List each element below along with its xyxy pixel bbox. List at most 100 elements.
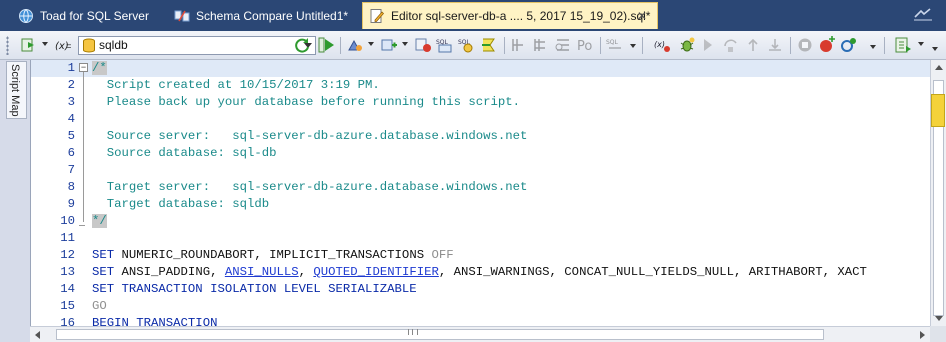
svg-text:Po: Po	[577, 39, 592, 54]
code-line[interactable]: 6 Source database: sql-db	[31, 145, 930, 162]
code-token: Source database: sql-db	[92, 146, 277, 160]
toolbar-separator	[600, 37, 601, 54]
comment-block-icon[interactable]	[510, 36, 528, 54]
variables-icon[interactable]: (x) =	[54, 36, 72, 54]
toolbar-separator	[504, 37, 505, 54]
sql-editor[interactable]: 1 /* 2 Script created at 10/15/2017 3:19 P…	[30, 60, 930, 326]
horizontal-scrollbar[interactable]	[30, 326, 930, 342]
debug-dropdown-icon[interactable]	[870, 45, 876, 49]
scroll-right-icon[interactable]	[920, 331, 925, 339]
close-tab-icon[interactable]: ✕	[635, 9, 649, 23]
code-text: Script created at 10/15/2017 3:19 PM.	[92, 77, 380, 94]
globe-icon	[18, 8, 34, 24]
code-token: Source server: sql-server-db-azure.datab…	[92, 129, 528, 143]
line-number: 12	[60, 248, 75, 262]
fold-end-marker	[79, 225, 85, 226]
code-text: Target database: sqldb	[92, 196, 269, 213]
code-line[interactable]: 5 Source server: sql-server-db-azure.dat…	[31, 128, 930, 145]
code-token: */	[92, 214, 107, 228]
tab-schema-compare[interactable]: Schema Compare Untitled1*	[168, 2, 358, 29]
code-line[interactable]: 10 */	[31, 213, 930, 230]
code-line[interactable]: 12 SET NUMERIC_ROUNDABORT, IMPLICIT_TRANS…	[31, 247, 930, 264]
horizontal-scroll-thumb[interactable]	[56, 329, 824, 340]
code-line[interactable]: 8 Target server: sql-server-db-azure.dat…	[31, 179, 930, 196]
code-line[interactable]: 2 Script created at 10/15/2017 3:19 PM.	[31, 77, 930, 94]
recall-dropdown-icon[interactable]	[630, 44, 636, 48]
toolbar-overflow-icon[interactable]	[932, 47, 938, 51]
format-code-icon[interactable]	[346, 36, 364, 54]
side-panel: Script Map	[0, 60, 30, 342]
execute-options-dropdown-icon[interactable]	[42, 42, 48, 46]
debug-run-icon[interactable]	[480, 36, 498, 54]
fold-collapse-icon[interactable]: −	[79, 63, 88, 72]
code-line[interactable]: 11	[31, 230, 930, 247]
line-number: 2	[67, 78, 75, 92]
code-text: BEGIN TRANSACTION	[92, 315, 217, 326]
code-text: SET NUMERIC_ROUNDABORT, IMPLICIT_TRANSAC…	[92, 247, 454, 264]
line-number: 11	[60, 231, 75, 245]
format-dropdown-icon[interactable]	[368, 42, 374, 46]
run-to-cursor-icon[interactable]	[766, 36, 784, 54]
tab-editor-sql[interactable]: Editor sql-server-db-a .... 5, 2017 15_1…	[362, 2, 658, 29]
execute-script-icon[interactable]	[318, 36, 336, 54]
code-line[interactable]: 3 Please back up your database before ru…	[31, 94, 930, 111]
database-icon	[82, 38, 96, 53]
code-token: SET	[92, 248, 115, 262]
code-text: Source server: sql-server-db-azure.datab…	[92, 128, 528, 145]
code-line[interactable]: 14 SET TRANSACTION ISOLATION LEVEL SERIAL…	[31, 281, 930, 298]
step-into-icon[interactable]	[700, 36, 718, 54]
tab-label: Schema Compare Untitled1*	[196, 8, 349, 23]
code-token: Script created at 10/15/2017 3:19 PM.	[92, 78, 380, 92]
debug-variables-icon[interactable]: (x)	[654, 36, 672, 54]
tab-label: Editor sql-server-db-a .... 5, 2017 15_1…	[391, 9, 651, 23]
script-map-tab[interactable]: Script Map	[6, 61, 27, 119]
database-selector[interactable]: sqldb	[78, 36, 316, 55]
code-line[interactable]: 7	[31, 162, 930, 179]
code-line[interactable]: 15 GO	[31, 298, 930, 315]
step-over-icon[interactable]	[722, 36, 740, 54]
add-dropdown-icon[interactable]	[402, 42, 408, 46]
vertical-scrollbar[interactable]	[930, 60, 946, 326]
refresh-icon[interactable]	[293, 36, 311, 54]
execute-options-icon[interactable]	[20, 36, 38, 54]
line-number: 14	[60, 282, 75, 296]
toolbar-separator	[790, 37, 791, 54]
tab-toad-for-sql-server[interactable]: Toad for SQL Server	[12, 2, 162, 29]
sql-recall-icon[interactable]: SQL	[606, 36, 624, 54]
code-token: GO	[92, 299, 107, 313]
code-token: QUOTED_IDENTIFIER	[313, 265, 439, 279]
code-text: GO	[92, 298, 107, 315]
debugger-bug-icon[interactable]	[678, 36, 696, 54]
stop-icon[interactable]	[414, 36, 432, 54]
code-line[interactable]: 1 /*	[31, 60, 930, 77]
uncomment-block-icon[interactable]	[532, 36, 550, 54]
indent-icon[interactable]	[554, 36, 572, 54]
stop-debug-icon[interactable]	[796, 36, 814, 54]
code-line[interactable]: 4	[31, 111, 930, 128]
code-text: Source database: sql-db	[92, 145, 277, 162]
code-line[interactable]: 13 SET ANSI_PADDING, ANSI_NULLS, QUOTED_I…	[31, 264, 930, 281]
code-token: NUMERIC_ROUNDABORT, IMPLICIT_TRANSACTION…	[114, 248, 432, 262]
code-line[interactable]: 9 Target database: sqldb	[31, 196, 930, 213]
scroll-up-icon[interactable]	[935, 65, 943, 70]
code-token: OFF	[431, 248, 454, 262]
line-number: 15	[60, 299, 75, 313]
watch-icon[interactable]	[840, 36, 858, 54]
code-token: BEGIN TRANSACTION	[92, 316, 218, 326]
step-out-icon[interactable]	[744, 36, 762, 54]
tab-list-menu-icon[interactable]	[912, 6, 934, 24]
export-icon[interactable]	[894, 36, 912, 54]
scroll-left-icon[interactable]	[35, 331, 40, 339]
sql-query-icon[interactable]: SQL	[436, 36, 454, 54]
code-line[interactable]: 16 BEGIN TRANSACTION	[31, 315, 930, 326]
explain-plan-icon[interactable]: SQL	[458, 36, 476, 54]
code-token: , ANSI_WARNINGS, CONCAT_NULL_YIELDS_NULL…	[438, 265, 867, 279]
breakpoint-icon[interactable]	[818, 36, 836, 54]
toolbar-separator	[340, 37, 341, 54]
toggle-pool-icon[interactable]: Po	[576, 36, 594, 54]
export-dropdown-icon[interactable]	[918, 42, 924, 46]
toolbar-grip[interactable]	[6, 36, 9, 55]
line-number: 4	[67, 112, 75, 126]
add-to-project-icon[interactable]	[380, 36, 398, 54]
scroll-down-icon[interactable]	[935, 316, 943, 321]
